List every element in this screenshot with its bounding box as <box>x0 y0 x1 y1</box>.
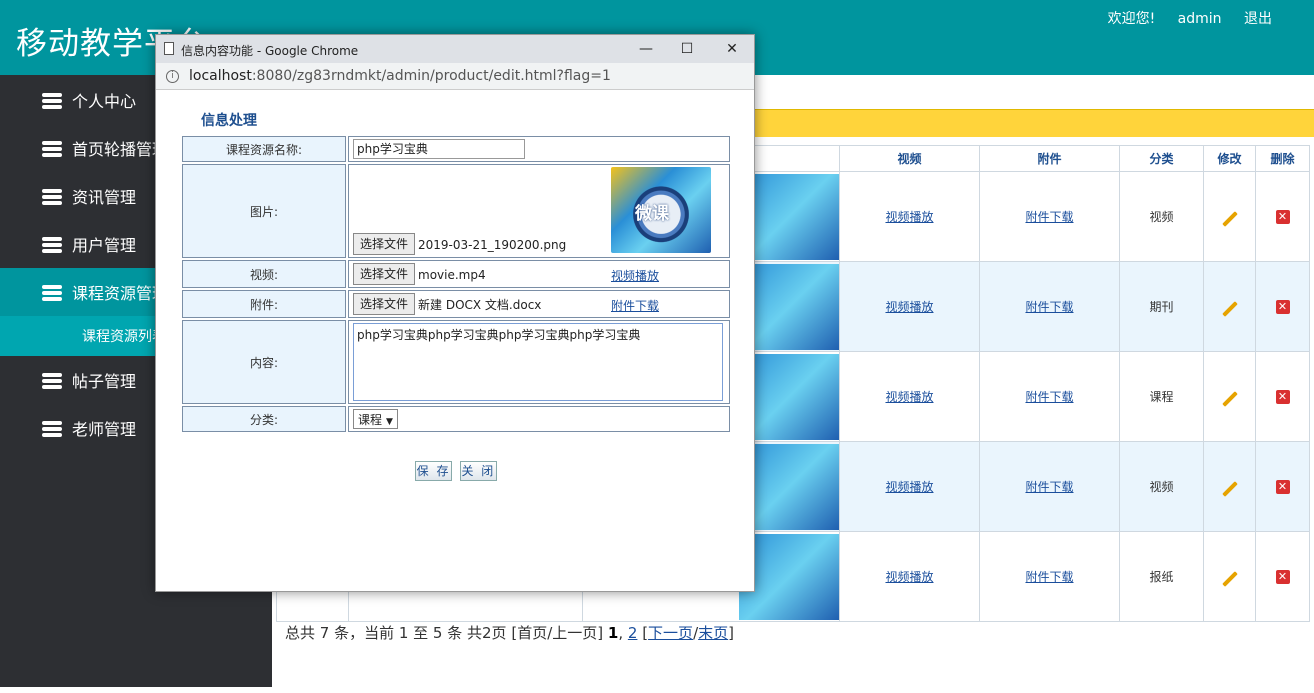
pagination-page-2[interactable]: 2 <box>628 624 638 642</box>
close-button[interactable]: 关 闭 <box>459 461 497 481</box>
edit-pencil-icon[interactable] <box>1221 210 1238 227</box>
col-header-category: 分类 <box>1119 145 1204 172</box>
attachment-label: 附件: <box>182 290 346 318</box>
info-icon[interactable]: i <box>166 70 179 83</box>
delete-x-icon[interactable]: ✕ <box>1275 300 1290 314</box>
image-preview-text: 微课 <box>635 204 669 224</box>
sidebar-item-label: 课程资源管理 <box>72 284 169 303</box>
category-cell: 期刊 <box>1119 261 1204 352</box>
image-preview: 微课 <box>611 167 711 253</box>
sidebar-item-label: 帖子管理 <box>72 372 137 391</box>
pagination-first-prev: [首页/上一页] <box>511 624 604 642</box>
username[interactable]: admin <box>1178 11 1222 27</box>
dialog-url-bar[interactable]: i localhost:8080/zg83rndmkt/admin/produc… <box>156 63 754 90</box>
sidebar-item-label: 个人中心 <box>72 92 137 111</box>
sidebar-item-label: 资讯管理 <box>72 188 137 207</box>
category-cell: 课程 <box>1119 351 1204 442</box>
sidebar-item-label: 首页轮播管理 <box>72 140 169 159</box>
delete-x-icon[interactable]: ✕ <box>1275 390 1290 404</box>
video-play-link[interactable]: 视频播放 <box>611 267 659 284</box>
col-header-video: 视频 <box>839 145 980 172</box>
category-label: 分类: <box>182 406 346 432</box>
edit-form: 课程资源名称: php学习宝典 图片: 选择文件 2019-03-21_19020… <box>180 134 732 434</box>
stack-icon <box>42 419 62 437</box>
delete-x-icon[interactable]: ✕ <box>1275 570 1290 584</box>
attachment-file-name: 新建 DOCX 文档.docx <box>418 298 542 312</box>
name-label: 课程资源名称: <box>182 136 346 162</box>
stack-icon <box>42 283 62 301</box>
sidebar-item-label: 用户管理 <box>72 236 137 255</box>
pagination-last[interactable]: 末页 <box>698 624 728 642</box>
edit-pencil-icon[interactable] <box>1221 570 1238 587</box>
category-cell: 视频 <box>1119 441 1204 532</box>
col-header-attachment: 附件 <box>979 145 1120 172</box>
dialog-title: 信息内容功能 - Google Chrome <box>181 44 359 58</box>
delete-x-icon[interactable]: ✕ <box>1275 480 1290 494</box>
pagination-summary: 总共 7 条，当前 1 至 5 条 共2页 <box>285 624 507 642</box>
pagination-next[interactable]: 下一页 <box>648 624 693 642</box>
category-select[interactable]: 课程 ▼ <box>353 409 398 429</box>
logout-link[interactable]: 退出 <box>1244 11 1272 27</box>
form-title: 信息处理 <box>201 113 257 129</box>
stack-icon <box>42 139 62 157</box>
video-label: 视频: <box>182 260 346 288</box>
delete-x-icon[interactable]: ✕ <box>1275 210 1290 224</box>
pagination: 总共 7 条，当前 1 至 5 条 共2页 [首页/上一页] 1, 2 [下一页… <box>285 624 734 642</box>
name-input[interactable]: php学习宝典 <box>353 139 525 159</box>
pagination-current-page: 1 <box>607 624 619 642</box>
video-play-link[interactable]: 视频播放 <box>885 480 933 494</box>
image-choose-file-button[interactable]: 选择文件 <box>353 233 416 255</box>
caret-down-icon: ▼ <box>386 417 393 427</box>
attachment-download-link[interactable]: 附件下载 <box>1025 390 1073 404</box>
attachment-download-link[interactable]: 附件下载 <box>1025 210 1073 224</box>
stack-icon <box>42 371 62 389</box>
header-user-area: 欢迎您! admin 退出 <box>1090 8 1272 28</box>
maximize-icon[interactable]: ☐ <box>677 39 697 59</box>
attachment-choose-file-button[interactable]: 选择文件 <box>353 293 416 315</box>
minimize-icon[interactable]: — <box>636 39 656 59</box>
attachment-download-link[interactable]: 附件下载 <box>1025 300 1073 314</box>
stack-icon <box>42 187 62 205</box>
col-header-edit: 修改 <box>1203 145 1256 172</box>
image-label: 图片: <box>182 164 346 258</box>
attachment-download-link[interactable]: 附件下载 <box>611 297 659 314</box>
edit-pencil-icon[interactable] <box>1221 300 1238 317</box>
video-choose-file-button[interactable]: 选择文件 <box>353 263 416 285</box>
notice-bar <box>755 109 1314 137</box>
attachment-download-link[interactable]: 附件下载 <box>1025 570 1073 584</box>
dialog-titlebar[interactable]: 信息内容功能 - Google Chrome — ☐ ✕ <box>156 35 754 63</box>
edit-dialog-window: 信息内容功能 - Google Chrome — ☐ ✕ i localhost… <box>155 34 755 592</box>
edit-pencil-icon[interactable] <box>1221 390 1238 407</box>
image-file-name: 2019-03-21_190200.png <box>418 237 567 252</box>
video-play-link[interactable]: 视频播放 <box>885 570 933 584</box>
dialog-buttons: 保 存 关 闭 <box>156 461 756 481</box>
dialog-url: localhost:8080/zg83rndmkt/admin/product/… <box>189 68 611 84</box>
stack-icon <box>42 235 62 253</box>
close-icon[interactable]: ✕ <box>722 39 742 59</box>
sidebar-item-label: 老师管理 <box>72 420 137 439</box>
video-play-link[interactable]: 视频播放 <box>885 390 933 404</box>
welcome-text: 欢迎您! <box>1107 11 1156 27</box>
content-label: 内容: <box>182 320 346 404</box>
stack-icon <box>42 91 62 109</box>
col-header-delete: 删除 <box>1255 145 1310 172</box>
edit-pencil-icon[interactable] <box>1221 480 1238 497</box>
save-button[interactable]: 保 存 <box>415 461 453 481</box>
attachment-download-link[interactable]: 附件下载 <box>1025 480 1073 494</box>
video-play-link[interactable]: 视频播放 <box>885 300 933 314</box>
video-play-link[interactable]: 视频播放 <box>885 210 933 224</box>
category-cell: 视频 <box>1119 171 1204 262</box>
category-cell: 报纸 <box>1119 531 1204 622</box>
content-textarea[interactable]: php学习宝典php学习宝典php学习宝典php学习宝典 <box>353 323 723 401</box>
video-file-name: movie.mp4 <box>418 267 486 282</box>
document-icon <box>164 42 174 55</box>
